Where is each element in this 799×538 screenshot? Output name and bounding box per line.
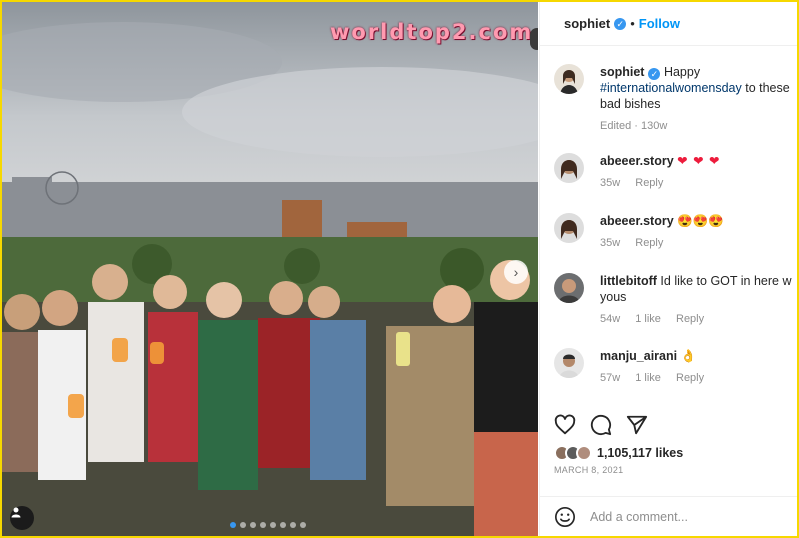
post-photo[interactable]: worldtop2.com › — [2, 2, 538, 536]
post-header: sophiet ✓ • Follow — [540, 2, 797, 46]
author-avatar[interactable] — [554, 64, 584, 94]
likes-count[interactable]: 1,105,117 likes — [597, 446, 683, 460]
comment-age: 54w — [600, 313, 621, 325]
carousel-dot — [290, 522, 296, 528]
next-image-button[interactable]: › — [504, 260, 528, 284]
camera-notch — [530, 28, 538, 50]
caption-text: sophiet ✓ Happy #internationalwomensday t… — [600, 64, 796, 112]
comment-like-count[interactable]: 1 like — [635, 372, 661, 384]
comment-text: 😍😍😍 — [677, 214, 724, 228]
comment-age: 57w — [600, 372, 621, 384]
comment-input[interactable]: Add a comment... — [590, 510, 688, 524]
caption-meta: Edited · 130w — [600, 120, 668, 132]
follow-button[interactable]: Follow — [639, 16, 680, 31]
photo-illustration — [2, 2, 538, 536]
commenter-avatar[interactable] — [554, 213, 584, 243]
likes-summary[interactable]: 1,105,117 likes — [554, 444, 683, 462]
carousel-dot — [260, 522, 266, 528]
tagged-users-button[interactable] — [10, 506, 34, 530]
reply-button[interactable]: Reply — [676, 372, 704, 384]
comment-text: ❤ ❤ ❤ — [677, 154, 721, 168]
comment-age: 35w — [600, 237, 621, 249]
caption-username[interactable]: sophiet — [600, 65, 644, 79]
comment-like-count[interactable]: 1 like — [635, 313, 661, 325]
reply-button[interactable]: Reply — [635, 177, 663, 189]
header-separator: • — [630, 16, 635, 31]
commenter-avatar[interactable] — [554, 348, 584, 378]
caption-prefix: Happy — [663, 65, 701, 79]
paper-plane-icon[interactable] — [626, 414, 648, 436]
watermark-text: worldtop2.com — [330, 20, 534, 44]
heart-icon[interactable] — [554, 414, 576, 436]
comment-username[interactable]: abeeer.story — [600, 214, 674, 228]
caption-hashtag[interactable]: #internationalwomensday — [600, 81, 742, 95]
author-username[interactable]: sophiet — [564, 16, 610, 31]
carousel-dot — [250, 522, 256, 528]
carousel-dot — [230, 522, 236, 528]
carousel-dot — [240, 522, 246, 528]
carousel-indicator — [230, 522, 306, 528]
liker-avatar — [576, 445, 592, 461]
carousel-dot — [300, 522, 306, 528]
reply-button[interactable]: Reply — [635, 237, 663, 249]
verified-badge-icon: ✓ — [648, 68, 661, 80]
comment-text: 👌 — [680, 349, 697, 363]
instagram-post-frame: worldtop2.com › sophiet ✓ • Follow sophi… — [2, 2, 797, 536]
reply-button[interactable]: Reply — [676, 313, 704, 325]
caption-body: sophiet ✓ Happy #internationalwomensday t… — [600, 64, 796, 134]
comment-icon[interactable] — [590, 414, 612, 436]
carousel-dot — [280, 522, 286, 528]
comment-age: 35w — [600, 177, 621, 189]
person-icon — [11, 507, 21, 518]
post-date: MARCH 8, 2021 — [554, 465, 624, 475]
commenter-avatar[interactable] — [554, 273, 584, 303]
verified-badge-icon: ✓ — [614, 17, 627, 30]
chevron-right-icon: › — [513, 264, 519, 280]
commenter-avatar[interactable] — [554, 153, 584, 183]
comment-username[interactable]: littlebitoff — [600, 274, 657, 288]
smiley-icon[interactable] — [554, 506, 576, 528]
post-side-panel: sophiet ✓ • Follow sophiet ✓ Happy #inter… — [539, 2, 797, 536]
add-comment-bar: Add a comment... — [540, 496, 797, 536]
carousel-dot — [270, 522, 276, 528]
comment-username[interactable]: abeeer.story — [600, 154, 674, 168]
comment-username[interactable]: manju_airani — [600, 349, 677, 363]
post-actions — [554, 412, 794, 440]
